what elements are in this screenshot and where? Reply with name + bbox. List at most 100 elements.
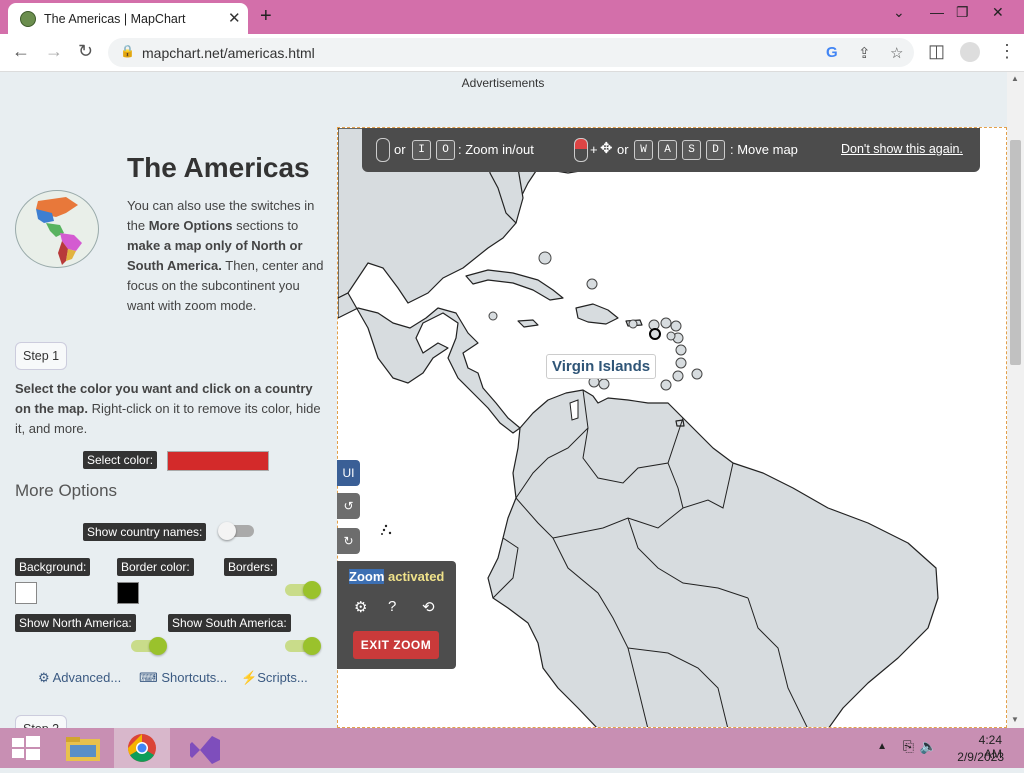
redo-icon: ↻ <box>343 534 354 548</box>
key-o: O <box>436 140 455 160</box>
windows-logo-icon <box>12 736 40 760</box>
map-trinidad <box>675 419 685 427</box>
restore-icon[interactable]: ❐ <box>956 4 969 21</box>
visual-studio-button[interactable] <box>176 728 232 768</box>
zoom-help-text: : Zoom in/out <box>458 142 534 157</box>
forward-icon[interactable]: → <box>45 41 63 62</box>
lock-icon[interactable]: 🔒 <box>120 44 135 58</box>
undo-button[interactable]: ↺ <box>337 493 360 519</box>
advanced-link[interactable]: ⚙ Advanced... <box>38 670 121 686</box>
tab-title: The Americas | MapChart <box>44 12 186 26</box>
zoom-settings-icon[interactable]: ⚙ <box>354 598 367 616</box>
borders-toggle[interactable] <box>285 581 321 599</box>
bookmark-star-icon[interactable]: ☆ <box>890 44 903 62</box>
minimize-icon[interactable]: — <box>930 4 944 20</box>
activated-word: activated <box>384 569 445 584</box>
new-tab-button[interactable]: + <box>260 5 272 28</box>
windows-taskbar: ▲ ⎘ 🔈 4:24 AM 2/9/2023 <box>0 728 1024 768</box>
start-button[interactable] <box>0 728 56 768</box>
left-panel: The Americas You can also use the switch… <box>0 72 335 728</box>
intro-part: sections to <box>232 218 299 233</box>
page-title: The Americas <box>127 152 310 183</box>
move-help-text: : Move map <box>730 142 798 157</box>
key-s: S <box>682 140 701 160</box>
zoom-status: Zoom activated <box>349 569 444 584</box>
show-south-america-toggle[interactable] <box>285 637 321 655</box>
background-label: Background: <box>15 558 91 576</box>
tab-search-icon[interactable]: ⌄ <box>893 4 905 21</box>
key-w: W <box>634 140 653 160</box>
instructions-text: Select the color you want and click on a… <box>15 379 325 439</box>
browser-tab[interactable]: The Americas | MapChart ✕ <box>8 3 248 34</box>
scroll-down-icon[interactable]: ▼ <box>1011 715 1019 724</box>
file-explorer-button[interactable] <box>56 728 112 768</box>
background-color-swatch[interactable] <box>15 582 37 604</box>
zoom-help-icon[interactable]: ? <box>388 598 396 615</box>
scripts-link[interactable]: ⚡Scripts... <box>241 670 308 686</box>
scripts-label: Scripts... <box>257 670 308 685</box>
americas-globe-image <box>15 190 99 268</box>
show-country-names-label: Show country names: <box>83 523 207 541</box>
shortcuts-label: Shortcuts... <box>161 670 228 685</box>
network-icon[interactable]: ⎘ <box>903 738 914 755</box>
reload-icon[interactable]: ↻ <box>78 41 93 62</box>
tray-expand-icon[interactable]: ▲ <box>877 741 887 752</box>
mouse-drag-icon <box>574 138 588 162</box>
show-south-america-label: Show South America: <box>168 614 291 632</box>
scrollbar-thumb[interactable] <box>1010 140 1021 365</box>
border-color-label: Border color: <box>117 558 194 576</box>
map-hispaniola <box>575 303 619 325</box>
profile-avatar-icon[interactable] <box>960 42 980 62</box>
zoom-reset-icon[interactable]: ⟲ <box>422 598 435 616</box>
exit-zoom-button[interactable]: EXIT ZOOM <box>353 631 439 659</box>
border-color-swatch[interactable] <box>117 582 139 604</box>
scroll-up-icon[interactable]: ▲ <box>1011 74 1019 83</box>
zoom-word: Zoom <box>349 569 385 584</box>
map-south-america <box>487 389 939 727</box>
side-panel-icon[interactable]: ◫ <box>928 41 945 62</box>
step-2-badge: Step 2 <box>15 715 68 728</box>
chrome-taskbar-button[interactable] <box>114 728 170 768</box>
help-plus: + <box>590 142 598 157</box>
shortcuts-link[interactable]: ⌨ Shortcuts... <box>139 670 227 686</box>
show-country-names-toggle[interactable] <box>218 522 254 540</box>
browser-toolbar: ← → ↻ 🔒 mapchart.net/americas.html G ⇪ ☆… <box>0 34 1024 72</box>
more-options-heading: More Options <box>15 481 118 500</box>
show-north-america-toggle[interactable] <box>131 637 167 655</box>
map-virgin-islands <box>649 328 661 340</box>
intro-more-options: More Options <box>148 218 233 233</box>
page-scrollbar[interactable]: ▲ ▼ <box>1007 72 1024 728</box>
keyboard-icon: ⌨ <box>139 670 158 685</box>
dont-show-again-link[interactable]: Don't show this again. <box>841 142 963 156</box>
clock-date[interactable]: 2/9/2023 <box>957 750 1004 764</box>
visual-studio-icon <box>190 736 220 764</box>
google-icon[interactable]: G <box>826 44 838 61</box>
selected-color-swatch[interactable] <box>167 451 269 471</box>
country-tooltip: Virgin Islands <box>546 354 657 379</box>
move-arrows-icon: ✥ <box>600 140 613 157</box>
undo-icon: ↺ <box>343 499 354 513</box>
advanced-label: Advanced... <box>52 670 122 685</box>
key-i: I <box>412 140 431 160</box>
address-bar[interactable]: 🔒 mapchart.net/americas.html G ⇪ ☆ <box>108 38 914 67</box>
borders-label: Borders: <box>224 558 278 576</box>
menu-kebab-icon[interactable]: ⋮ <box>998 41 1016 62</box>
tab-close-icon[interactable]: ✕ <box>228 9 241 27</box>
url-text[interactable]: mapchart.net/americas.html <box>142 45 315 61</box>
browser-title-bar: The Americas | MapChart ✕ + ⌄ — ❐ ✕ <box>0 0 1024 34</box>
intro-text: You can also use the switches in the Mor… <box>127 196 327 316</box>
mouse-scroll-icon <box>376 138 390 162</box>
map-cuba <box>465 269 564 301</box>
help-or-2: or <box>617 142 629 157</box>
select-color-label: Select color: <box>83 451 158 469</box>
zoom-panel: Zoom activated ⚙ ? ⟲ EXIT ZOOM <box>337 561 456 669</box>
map-help-bar: or I O : Zoom in/out + ✥ or W A S D : Mo… <box>362 128 980 172</box>
window-close-icon[interactable]: ✕ <box>992 4 1004 21</box>
back-icon[interactable]: ← <box>12 41 30 62</box>
ui-toggle-button[interactable]: UI <box>337 460 360 486</box>
lightning-icon: ⚡ <box>241 670 258 685</box>
volume-icon[interactable]: 🔈 <box>920 738 937 755</box>
share-icon[interactable]: ⇪ <box>858 44 871 62</box>
folder-icon <box>66 737 100 761</box>
redo-button[interactable]: ↻ <box>337 528 360 554</box>
